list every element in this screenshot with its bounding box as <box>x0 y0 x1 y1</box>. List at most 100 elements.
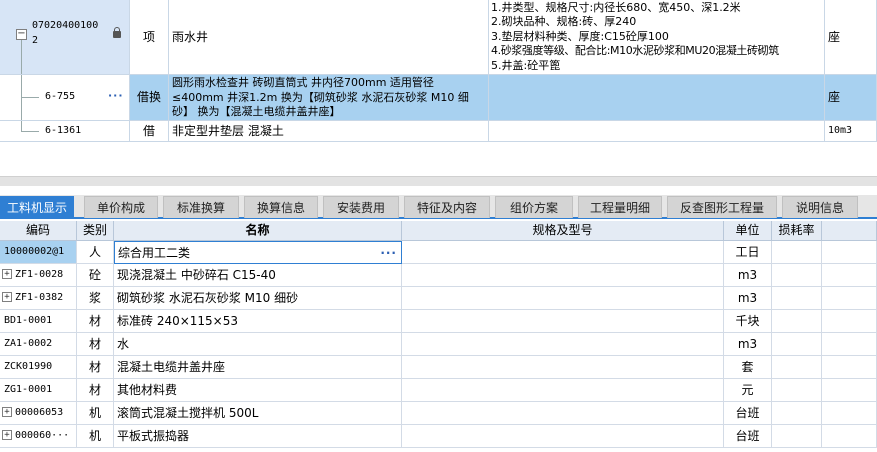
code-cell[interactable]: +00006053 <box>0 402 77 425</box>
plus-icon[interactable]: + <box>2 269 12 279</box>
quota-row-selected[interactable]: 6-755 ··· 借换 圆形雨水检查井 砖砌直筒式 井内径700mm 适用管径… <box>0 75 877 121</box>
ellipsis-icon[interactable]: ··· <box>108 89 124 102</box>
col-unit-header[interactable]: 单位 <box>724 221 772 241</box>
name-cell[interactable]: 标准砖 240×115×53 <box>114 310 402 333</box>
resource-row[interactable]: BD1-0001 材标准砖 240×115×53 千块 <box>0 310 877 333</box>
unit-cell: 千块 <box>724 310 772 333</box>
type-cell: 材 <box>77 379 114 402</box>
col-name-header[interactable]: 名称 <box>114 221 402 241</box>
tab-labor-material-machine[interactable]: 工料机显示 <box>0 196 74 218</box>
name-cell[interactable]: 现浇混凝土 中砂碎石 C15-40 <box>114 264 402 287</box>
tab-pricing-plan[interactable]: 组价方案 <box>495 196 573 218</box>
resource-row[interactable]: ZA1-0002 材水 m3 <box>0 333 877 356</box>
name-line: ≤400mm 井深1.2m 换为【砌筑砂浆 水泥石灰砂浆 M10 细 <box>172 90 469 104</box>
resource-code: ZCK01990 <box>4 361 53 372</box>
name-cell[interactable]: 砌筑砂浆 水泥石灰砂浆 M10 细砂 <box>114 287 402 310</box>
resource-name: 平板式振捣器 <box>117 429 190 443</box>
name-cell[interactable]: 其他材料费 <box>114 379 402 402</box>
collapse-icon[interactable]: − <box>16 29 27 40</box>
extra-cell <box>822 333 877 356</box>
code-cell[interactable]: − 07020400100 2 <box>0 0 130 75</box>
resource-row[interactable]: ZG1-0001 材其他材料费 元 <box>0 379 877 402</box>
features-cell <box>489 121 825 142</box>
resource-row[interactable]: + ZF1-0382 浆砌筑砂浆 水泥石灰砂浆 M10 细砂 m3 <box>0 287 877 310</box>
name-cell[interactable]: 滚筒式混凝土搅拌机 500L <box>114 402 402 425</box>
ellipsis-icon[interactable]: ··· <box>380 242 397 263</box>
tab-installation-fee[interactable]: 安装费用 <box>323 196 399 218</box>
unit-cell: 台班 <box>724 402 772 425</box>
code-cell[interactable]: ZG1-0001 <box>0 379 77 402</box>
code-cell[interactable]: 10000002@1 <box>0 241 77 264</box>
loss-cell <box>772 264 822 287</box>
name-cell: 非定型井垫层 混凝土 <box>169 121 489 142</box>
resource-name: 其他材料费 <box>117 383 178 397</box>
col-loss-header[interactable]: 损耗率 <box>772 221 822 241</box>
resource-code: 000060··· <box>15 430 70 441</box>
code-line2: 2 <box>32 35 39 46</box>
loss-cell <box>772 402 822 425</box>
plus-icon[interactable]: + <box>2 292 12 302</box>
resource-row[interactable]: 10000002@1 人综合用工二类 ··· 工日 <box>0 241 877 264</box>
lock-icon[interactable] <box>113 27 121 38</box>
resource-row[interactable]: +000060··· 机平板式振捣器 台班 <box>0 425 877 448</box>
loss-cell <box>772 241 822 264</box>
name-cell[interactable]: 平板式振捣器 <box>114 425 402 448</box>
category-cell: 项 <box>130 0 169 75</box>
quota-row[interactable]: 6-1361 借 非定型井垫层 混凝土 10m3 <box>0 121 877 142</box>
tab-conversion-info[interactable]: 换算信息 <box>244 196 318 218</box>
code-cell[interactable]: + ZF1-0382 <box>0 287 77 310</box>
type-cell: 材 <box>77 333 114 356</box>
name-cell[interactable]: 水 <box>114 333 402 356</box>
type-cell: 材 <box>77 356 114 379</box>
features-cell <box>489 75 825 121</box>
name-cell[interactable]: 混凝土电缆井盖井座 <box>114 356 402 379</box>
plus-icon[interactable]: + <box>2 430 12 440</box>
type-cell: 机 <box>77 425 114 448</box>
spec-cell <box>402 241 724 264</box>
tab-reverse-graphic-quantity[interactable]: 反查图形工程量 <box>667 196 777 218</box>
resource-code: ZF1-0382 <box>15 292 64 303</box>
code-cell[interactable]: 6-755 ··· <box>0 75 130 121</box>
tab-unit-price-composition[interactable]: 单价构成 <box>84 196 158 218</box>
code-cell[interactable]: ZA1-0002 <box>0 333 77 356</box>
resource-code: 00006053 <box>15 407 64 418</box>
type-cell: 砼 <box>77 264 114 287</box>
loss-cell <box>772 287 822 310</box>
code-cell[interactable]: ZCK01990 <box>0 356 77 379</box>
name-cell[interactable]: 综合用工二类 ··· <box>114 241 402 264</box>
code-cell[interactable]: +000060··· <box>0 425 77 448</box>
tab-description[interactable]: 说明信息 <box>782 196 858 218</box>
tab-features-content[interactable]: 特征及内容 <box>404 196 490 218</box>
name-cell: 圆形雨水检查井 砖砌直筒式 井内径700mm 适用管径 ≤400mm 井深1.2… <box>169 75 489 121</box>
unit-cell: 台班 <box>724 425 772 448</box>
unit-cell: 座 <box>825 75 877 121</box>
splitter-bar[interactable] <box>0 176 877 186</box>
unit-cell: 工日 <box>724 241 772 264</box>
spec-cell <box>402 310 724 333</box>
code-cell[interactable]: + ZF1-0028 <box>0 264 77 287</box>
resource-name: 砌筑砂浆 水泥石灰砂浆 M10 细砂 <box>117 291 299 305</box>
loss-cell <box>772 310 822 333</box>
detail-tab-bar: 工料机显示 单价构成 标准换算 换算信息 安装费用 特征及内容 组价方案 工程量… <box>0 195 877 219</box>
resource-row[interactable]: + ZF1-0028 砼现浇混凝土 中砂碎石 C15-40 m3 <box>0 264 877 287</box>
tab-quantity-details[interactable]: 工程量明细 <box>578 196 662 218</box>
bill-item-row[interactable]: − 07020400100 2 项 雨水井 1.井类型、规格尺寸:内径长680、… <box>0 0 877 75</box>
col-type-header[interactable]: 类别 <box>77 221 114 241</box>
resource-grid-header: 编码 类别 名称 规格及型号 单位 损耗率 <box>0 221 877 241</box>
feature-line: 2.砌块品种、规格:砖、厚240 <box>491 15 637 29</box>
resource-row[interactable]: +00006053 机滚筒式混凝土搅拌机 500L 台班 <box>0 402 877 425</box>
code-cell[interactable]: 6-1361 <box>0 121 130 142</box>
resource-row[interactable]: ZCK01990 材混凝土电缆井盖井座 套 <box>0 356 877 379</box>
col-code-header[interactable]: 编码 <box>0 221 77 241</box>
feature-line: 4.砂浆强度等级、配合比:M10水泥砂浆和MU20混凝土砖砌筑 <box>491 44 779 58</box>
code-cell[interactable]: BD1-0001 <box>0 310 77 333</box>
spec-cell <box>402 379 724 402</box>
tab-standard-conversion[interactable]: 标准换算 <box>163 196 239 218</box>
unit-cell: m3 <box>724 264 772 287</box>
plus-icon[interactable]: + <box>2 407 12 417</box>
col-spec-header[interactable]: 规格及型号 <box>402 221 724 241</box>
features-cell: 1.井类型、规格尺寸:内径长680、宽450、深1.2米 2.砌块品种、规格:砖… <box>489 0 825 75</box>
resource-name: 滚筒式混凝土搅拌机 500L <box>117 406 259 420</box>
feature-line: 3.垫层材料种类、厚度:C15砼厚100 <box>491 29 669 43</box>
resource-code: 10000002@1 <box>4 246 65 257</box>
